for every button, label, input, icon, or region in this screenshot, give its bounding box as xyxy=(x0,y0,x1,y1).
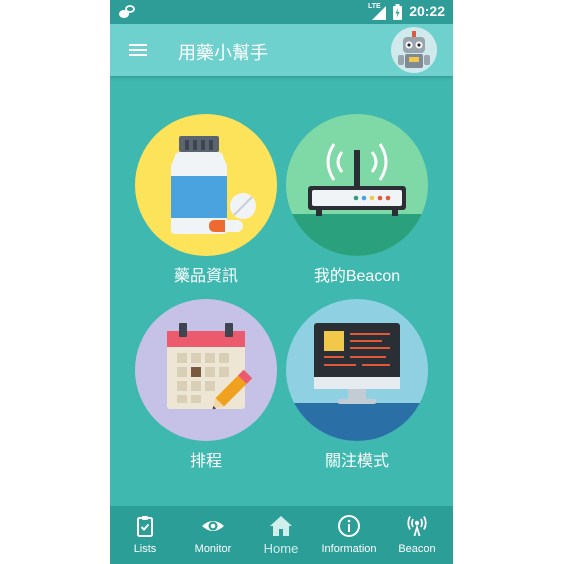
nav-beacon[interactable]: Beacon xyxy=(383,506,451,564)
tile-watch-mode-circle xyxy=(286,299,428,441)
tile-schedule[interactable]: 排程 xyxy=(134,299,278,471)
eye-icon xyxy=(202,521,224,531)
nav-beacon-label: Beacon xyxy=(398,543,436,555)
nav-information-label: Information xyxy=(321,543,377,555)
tile-drug-info-circle xyxy=(135,114,277,256)
tile-watch-mode-label: 關注模式 xyxy=(324,453,389,470)
beacon-icon xyxy=(407,516,427,536)
signal-icon xyxy=(372,6,386,20)
phone-screen: LTE 20:22 用藥小幫手 藥品資訊 我的Beacon 排程 關注模式 Li… xyxy=(110,0,453,564)
nav-lists-label: Lists xyxy=(133,543,157,555)
tile-drug-info[interactable]: 藥品資訊 xyxy=(134,114,278,286)
beacon-router-icon xyxy=(286,143,428,256)
tile-watch-mode[interactable]: 關注模式 xyxy=(285,299,429,471)
app-bar: 用藥小幫手 xyxy=(110,24,453,76)
bottom-nav: Lists Monitor Home Information Beacon xyxy=(110,506,453,564)
tile-drug-info-label: 藥品資訊 xyxy=(173,268,238,285)
nav-information[interactable]: Information xyxy=(315,506,383,564)
battery-icon xyxy=(393,4,402,20)
avatar[interactable] xyxy=(391,27,437,73)
clipboard-icon xyxy=(137,516,153,537)
nav-monitor-label: Monitor xyxy=(194,543,232,555)
monitor-icon xyxy=(286,323,428,441)
status-time: 20:22 xyxy=(409,3,445,19)
menu-icon[interactable] xyxy=(126,38,150,62)
info-icon xyxy=(338,515,360,537)
nav-home[interactable]: Home xyxy=(247,506,315,564)
nav-lists[interactable]: Lists xyxy=(111,506,179,564)
nav-monitor[interactable]: Monitor xyxy=(179,506,247,564)
robot-avatar-icon xyxy=(398,31,430,68)
calendar-pencil-icon xyxy=(167,323,253,410)
tile-schedule-label: 排程 xyxy=(189,453,222,470)
tile-my-beacon[interactable]: 我的Beacon xyxy=(285,114,429,286)
tile-my-beacon-label: 我的Beacon xyxy=(313,268,401,285)
tile-my-beacon-circle xyxy=(286,114,428,256)
status-bar: LTE 20:22 xyxy=(110,0,453,24)
pill-bottle-icon xyxy=(171,136,256,234)
app-title: 用藥小幫手 xyxy=(178,43,268,63)
app-notification-icon xyxy=(119,5,135,18)
nav-home-label: Home xyxy=(263,541,299,556)
tile-schedule-circle xyxy=(135,299,277,441)
home-icon xyxy=(270,516,292,536)
